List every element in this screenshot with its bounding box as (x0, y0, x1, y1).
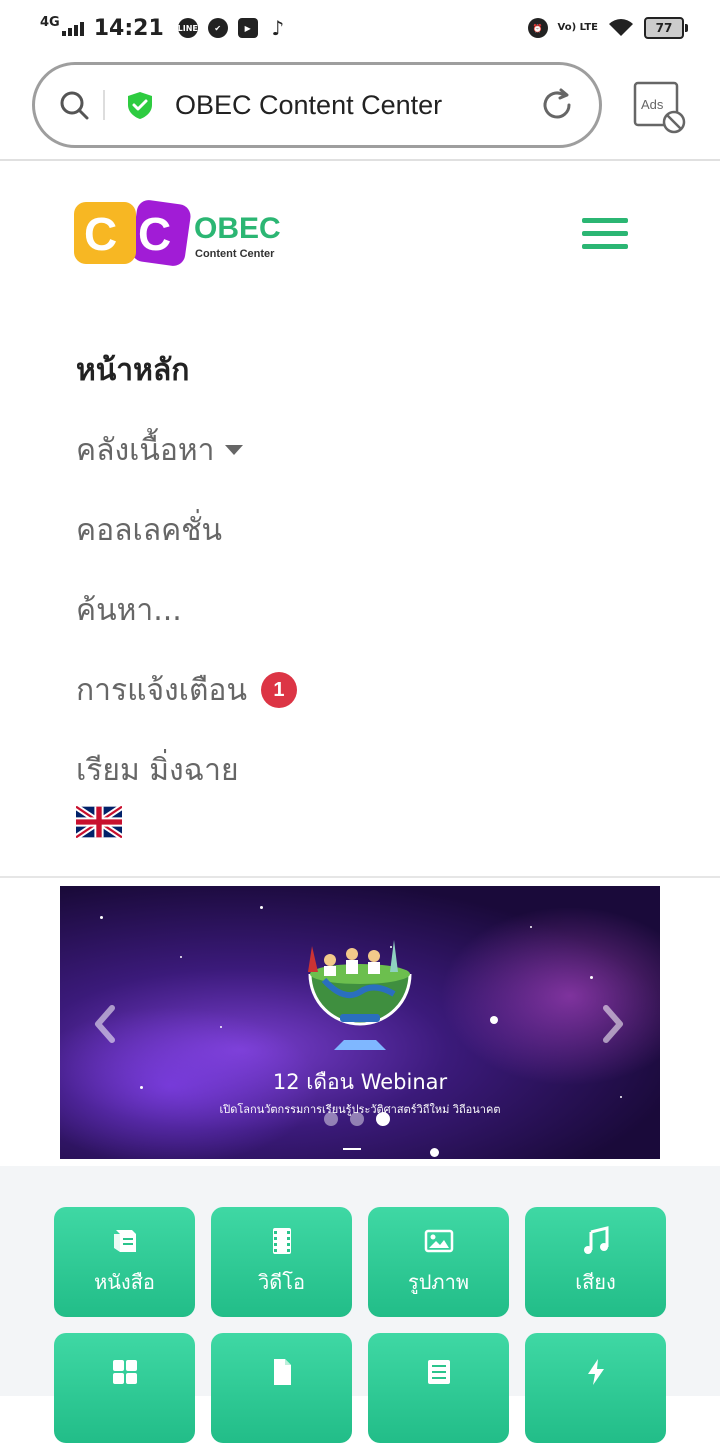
logo-text: OBEC (194, 212, 281, 245)
banner-carousel[interactable]: 12 เดือน Webinar เปิดโลกนวัตกรรมการเรียน… (60, 886, 660, 1159)
menu-item-search[interactable]: ค้นหา... (76, 570, 297, 650)
status-bar: 4G 14:21 LINE ✔ ▶ ♪ ⏰ Vo) LTE 77 (0, 0, 720, 56)
signal-icon (61, 20, 84, 36)
book-icon (113, 1230, 136, 1252)
battery-icon: 77 (644, 17, 688, 39)
category-list-button[interactable] (368, 1333, 509, 1443)
menu-item-content[interactable]: คลังเนื้อหา (76, 410, 297, 490)
logo-subtext: Content Center (195, 248, 275, 260)
nav-divider (0, 876, 720, 878)
carousel-dot[interactable] (350, 1112, 364, 1126)
star (430, 1148, 439, 1157)
messenger-icon: ✔ (207, 18, 228, 38)
browser-divider (0, 159, 720, 161)
category-label: เสียง (575, 1270, 616, 1294)
lightning-icon (587, 1359, 604, 1385)
line-icon: LINE (178, 18, 198, 38)
menu-item-label: คอลเลคชั่น (76, 512, 223, 548)
background-glow (440, 906, 660, 1086)
category-label: รูปภาพ (407, 1270, 470, 1294)
menu-item-label: ค้นหา... (76, 592, 182, 628)
shield-icon (128, 92, 152, 119)
category-video-button[interactable]: วิดีโอ (211, 1207, 352, 1317)
caret-down-icon (224, 445, 243, 455)
carousel-indicators (324, 1112, 390, 1126)
network-type: 4G (40, 14, 60, 30)
svg-text:C: C (138, 208, 171, 260)
menu-item-notifications[interactable]: การแจ้งเตือน 1 (76, 650, 297, 730)
globe-illustration (308, 940, 412, 1050)
star (490, 1016, 498, 1024)
star (260, 906, 263, 909)
youtube-icon: ▶ (237, 18, 258, 38)
category-label: หนังสือ (94, 1270, 155, 1294)
menu-item-user[interactable]: เรียม มิ่งฉาย (76, 730, 297, 810)
volte-icon: Vo) LTE (557, 22, 598, 33)
wifi-icon (609, 19, 633, 36)
hamburger-icon (582, 218, 628, 223)
menu-item-collection[interactable]: คอลเลคชั่น (76, 490, 297, 570)
notification-badge: 1 (260, 672, 297, 708)
document-icon (273, 1359, 291, 1385)
address-bar[interactable]: OBEC Content Center (32, 62, 602, 148)
ads-label: Ads (641, 97, 664, 112)
alarm-icon: ⏰ (527, 18, 548, 38)
image-icon (424, 1229, 453, 1253)
reload-icon[interactable] (539, 87, 575, 123)
menu-item-home[interactable]: หน้าหลัก (76, 330, 297, 410)
carousel-dot[interactable] (324, 1112, 338, 1126)
tiktok-icon: ♪ (271, 16, 285, 40)
menu-item-label: เรียม มิ่งฉาย (76, 752, 239, 788)
star (530, 926, 532, 928)
divider (103, 90, 105, 120)
menu-item-label: การแจ้งเตือน (76, 672, 247, 708)
carousel-next-button[interactable] (598, 1004, 628, 1044)
carousel-prev-button[interactable] (90, 1004, 120, 1044)
ad-block-button[interactable]: Ads (632, 80, 688, 136)
category-audio-button[interactable]: เสียง (525, 1207, 666, 1317)
category-flash-button[interactable] (525, 1333, 666, 1443)
grid-icon (112, 1360, 137, 1384)
carousel-dot-active[interactable] (376, 1112, 390, 1126)
cc-logo-icon: C C (74, 200, 191, 266)
list-icon (427, 1360, 450, 1384)
category-image-button[interactable]: รูปภาพ (368, 1207, 509, 1317)
category-grid: หนังสือ วิดีโอ รูปภาพ เสียง (0, 1166, 720, 1443)
menu-item-label: คลังเนื้อหา (76, 432, 215, 468)
uk-flag-icon (74, 804, 124, 840)
banner-underline (343, 1148, 361, 1150)
star (590, 976, 593, 979)
page-title: OBEC Content Center (175, 89, 443, 120)
category-apps-button[interactable] (54, 1333, 195, 1443)
star (100, 916, 103, 919)
category-book-button[interactable]: หนังสือ (54, 1207, 195, 1317)
category-label: วิดีโอ (258, 1270, 305, 1294)
star (180, 956, 182, 958)
menu-toggle-button[interactable] (582, 218, 630, 254)
film-icon (272, 1228, 291, 1254)
category-document-button[interactable] (211, 1333, 352, 1443)
nav-menu: หน้าหลัก คลังเนื้อหา คอลเลคชั่น ค้นหา...… (76, 330, 297, 810)
ad-block-icon: Ads (633, 81, 686, 134)
banner-title: 12 เดือน Webinar (272, 1070, 448, 1094)
menu-item-label: หน้าหลัก (76, 352, 190, 388)
language-switch[interactable] (74, 804, 124, 840)
search-icon[interactable] (59, 90, 89, 120)
star (220, 1026, 222, 1028)
clock: 14:21 (93, 15, 164, 41)
music-note-icon (583, 1226, 608, 1254)
svg-text:C: C (84, 208, 117, 260)
